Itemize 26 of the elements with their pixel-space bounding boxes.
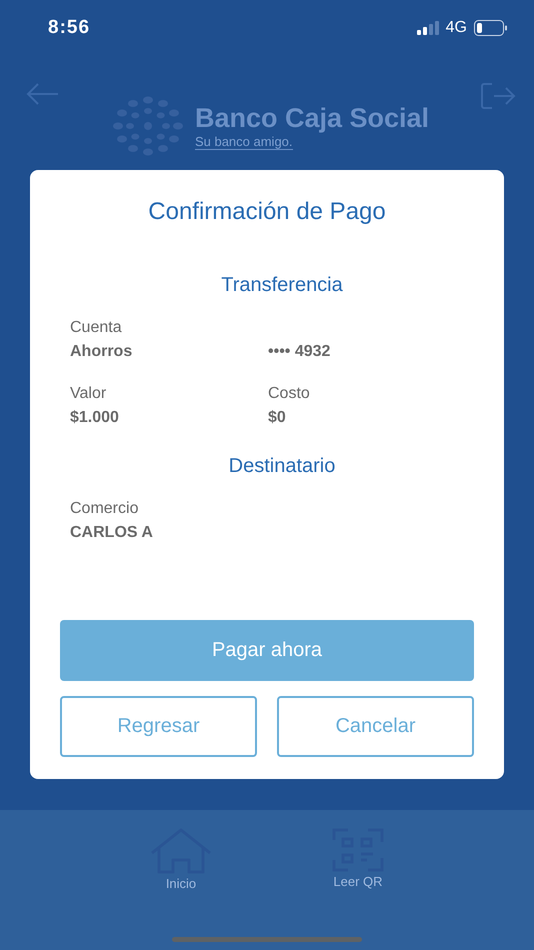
section-heading: Destinatario	[228, 455, 336, 478]
dialog-title: Confirmación de Pago	[148, 198, 386, 226]
field-label: Comercio	[70, 500, 140, 518]
field-value: $0	[268, 409, 287, 427]
pay-now-button[interactable]: Pagar ahora	[60, 620, 474, 681]
field-label: Costo	[268, 385, 311, 403]
field-value: $1.000	[70, 409, 120, 427]
cancel-button[interactable]: Cancelar	[277, 696, 474, 757]
logo-icon	[110, 96, 185, 156]
field-value: CARLOS A	[70, 524, 154, 542]
status-time: 8:56	[48, 17, 90, 39]
nav-label[interactable]: Inicio	[166, 876, 196, 891]
signal-icon	[416, 21, 439, 35]
section-heading: Transferencia	[221, 274, 343, 297]
logo-tagline: Su banco amigo.	[194, 134, 293, 150]
nav-label[interactable]: Leer QR	[333, 874, 383, 889]
back-button[interactable]: Regresar	[60, 696, 257, 757]
logout-icon[interactable]	[480, 82, 516, 110]
field-label: Valor	[70, 385, 108, 403]
battery-icon	[474, 20, 508, 36]
field-value: Ahorros	[70, 343, 134, 361]
back-arrow-icon[interactable]	[26, 82, 60, 106]
field-value: •••• 4932	[268, 343, 332, 361]
field-label: Cuenta	[70, 319, 123, 337]
logo-name: Banco Caja Social	[194, 102, 430, 134]
network-label: 4G	[446, 19, 467, 37]
